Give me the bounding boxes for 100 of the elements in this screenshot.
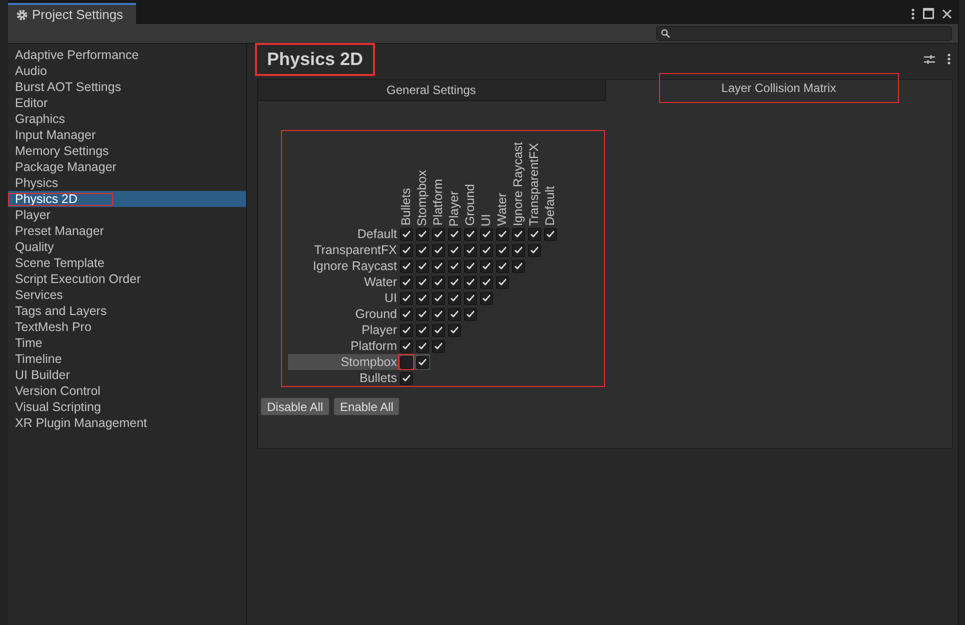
row-label: Player	[360, 322, 398, 338]
sidebar-item[interactable]: Input Manager	[8, 127, 246, 143]
checkbox[interactable]	[512, 260, 524, 272]
checkbox[interactable]	[512, 244, 524, 256]
checkbox[interactable]	[464, 292, 476, 304]
sidebar-item[interactable]: Editor	[8, 95, 246, 111]
sidebar-item[interactable]: Time	[8, 335, 246, 351]
checkbox[interactable]	[448, 308, 460, 320]
column-label: Ignore Raycast	[510, 142, 526, 226]
sidebar-item[interactable]: Version Control	[8, 383, 246, 399]
checkbox[interactable]	[480, 276, 492, 288]
close-icon[interactable]	[942, 8, 952, 18]
checkbox[interactable]	[432, 340, 444, 352]
sidebar-item[interactable]: Package Manager	[8, 159, 246, 175]
checkbox[interactable]	[432, 276, 444, 288]
checkbox[interactable]	[416, 356, 428, 368]
checkbox[interactable]	[400, 372, 412, 384]
checkbox[interactable]	[400, 276, 412, 288]
checkbox[interactable]	[448, 276, 460, 288]
sidebar-item[interactable]: Burst AOT Settings	[8, 79, 246, 95]
search-icon	[661, 29, 670, 38]
checkbox[interactable]	[480, 244, 492, 256]
row-label: Stompbox	[288, 354, 398, 370]
checkbox[interactable]	[448, 228, 460, 240]
checkbox[interactable]	[544, 228, 556, 240]
checkbox[interactable]	[416, 308, 428, 320]
sidebar-item[interactable]: Preset Manager	[8, 223, 246, 239]
checkbox[interactable]	[448, 292, 460, 304]
action-button[interactable]: Disable All	[260, 397, 330, 416]
column-label: Player	[446, 190, 462, 226]
sidebar-item[interactable]: Graphics	[8, 111, 246, 127]
sidebar-item[interactable]: UI Builder	[8, 367, 246, 383]
checkbox[interactable]	[416, 340, 428, 352]
sidebar-item[interactable]: Memory Settings	[8, 143, 246, 159]
sidebar-item[interactable]: Scene Template	[8, 255, 246, 271]
checkbox[interactable]	[496, 244, 508, 256]
row-label: Platform	[349, 338, 398, 354]
checkbox[interactable]	[400, 292, 412, 304]
sidebar-item[interactable]: Visual Scripting	[8, 399, 246, 415]
more-icon[interactable]	[911, 8, 915, 20]
checkbox[interactable]	[448, 244, 460, 256]
checkbox[interactable]	[528, 244, 540, 256]
checkbox[interactable]	[480, 292, 492, 304]
checkbox[interactable]	[416, 324, 428, 336]
checkbox[interactable]	[416, 260, 428, 272]
sidebar-item[interactable]: Services	[8, 287, 246, 303]
checkbox[interactable]	[400, 244, 412, 256]
sidebar-item[interactable]: Player	[8, 207, 246, 223]
column-label: Default	[542, 186, 558, 226]
checkbox[interactable]	[496, 228, 508, 240]
checkbox[interactable]	[448, 260, 460, 272]
checkbox[interactable]	[432, 260, 444, 272]
checkbox[interactable]	[464, 228, 476, 240]
checkbox[interactable]	[432, 292, 444, 304]
sidebar-item[interactable]: Tags and Layers	[8, 303, 246, 319]
sliders-icon[interactable]	[924, 54, 935, 64]
checkbox[interactable]	[432, 244, 444, 256]
checkbox[interactable]	[400, 340, 412, 352]
sidebar-item[interactable]: Physics 2D	[8, 191, 246, 207]
checkbox[interactable]	[416, 228, 428, 240]
checkbox[interactable]	[400, 260, 412, 272]
checkbox[interactable]	[496, 260, 508, 272]
sidebar-item[interactable]: Script Execution Order	[8, 271, 246, 287]
sidebar-item[interactable]: Adaptive Performance	[8, 47, 246, 63]
checkbox[interactable]	[400, 324, 412, 336]
sidebar-item[interactable]: TextMesh Pro	[8, 319, 246, 335]
column-label: UI	[478, 214, 494, 226]
window-tab[interactable]: Project Settings	[8, 3, 136, 24]
checkbox[interactable]	[416, 276, 428, 288]
checkbox[interactable]	[400, 308, 412, 320]
action-button[interactable]: Enable All	[333, 397, 400, 416]
checkbox[interactable]	[464, 276, 476, 288]
maximize-icon[interactable]	[923, 8, 934, 19]
column-label: TransparentFX	[526, 143, 542, 226]
checkbox[interactable]	[448, 324, 460, 336]
checkbox[interactable]	[512, 228, 524, 240]
sidebar-item[interactable]: Physics	[8, 175, 246, 191]
checkbox[interactable]	[480, 260, 492, 272]
column-label: Stompbox	[414, 170, 430, 226]
checkbox[interactable]	[528, 228, 540, 240]
checkbox[interactable]	[432, 324, 444, 336]
checkbox[interactable]	[432, 228, 444, 240]
checkbox[interactable]	[432, 308, 444, 320]
search-field[interactable]	[656, 26, 952, 41]
tab[interactable]: Layer Collision Matrix	[658, 72, 899, 102]
sidebar-item[interactable]: XR Plugin Management	[8, 415, 246, 431]
checkbox[interactable]	[496, 276, 508, 288]
gear-icon	[16, 8, 28, 20]
sidebar-item[interactable]: Quality	[8, 239, 246, 255]
checkbox[interactable]	[400, 228, 412, 240]
checkbox[interactable]	[464, 308, 476, 320]
checkbox[interactable]	[464, 244, 476, 256]
checkbox[interactable]	[464, 260, 476, 272]
checkbox[interactable]	[416, 292, 428, 304]
more-icon[interactable]	[947, 53, 951, 65]
sidebar-item[interactable]: Audio	[8, 63, 246, 79]
checkbox[interactable]	[416, 244, 428, 256]
tab[interactable]: General Settings	[258, 80, 604, 100]
checkbox[interactable]	[480, 228, 492, 240]
sidebar-item[interactable]: Timeline	[8, 351, 246, 367]
